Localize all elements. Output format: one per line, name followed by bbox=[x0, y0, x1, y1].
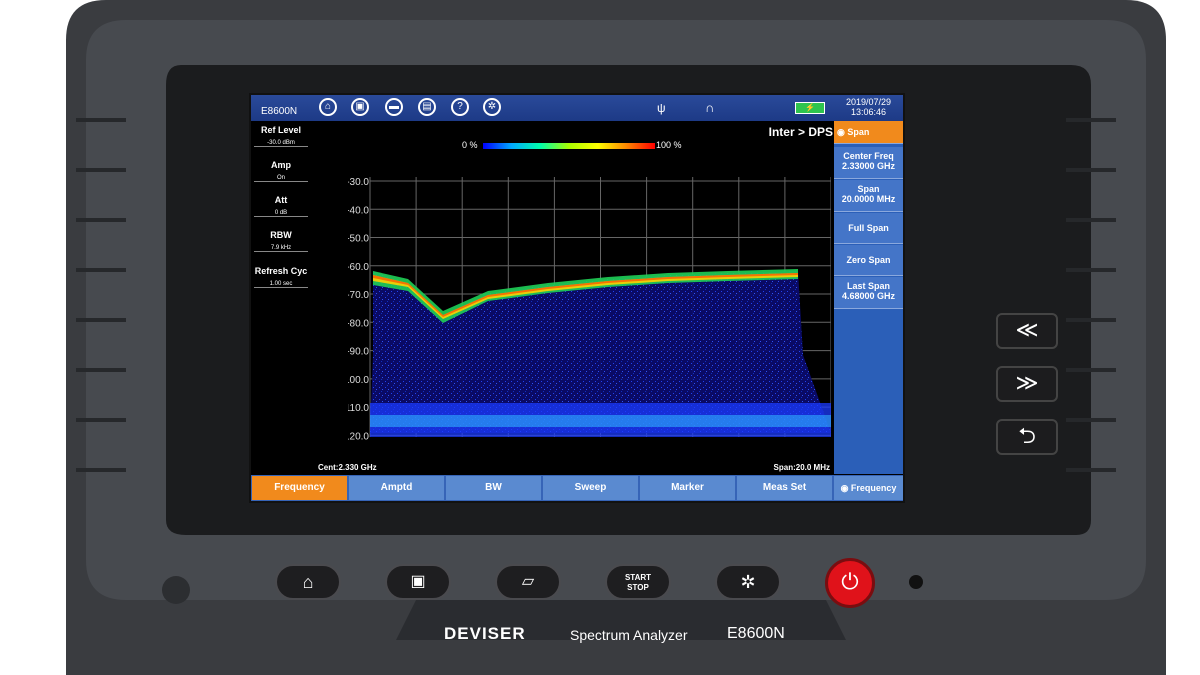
zero-span-label: Zero Span bbox=[846, 255, 891, 265]
center-freq-label: Center Freq bbox=[843, 151, 894, 161]
model-label: E8600N bbox=[261, 106, 298, 117]
ref-level-value[interactable]: -30.0 dBm bbox=[254, 140, 308, 147]
noise-floor-core bbox=[370, 415, 831, 427]
tab-bw[interactable]: BW bbox=[446, 476, 541, 500]
span-value: 20.0000 MHz bbox=[841, 194, 896, 204]
last-span-value: 4.68000 GHz bbox=[841, 291, 896, 301]
y-tick-label: -70.0 bbox=[348, 290, 369, 301]
home-hw-button[interactable]: ⌂ bbox=[275, 564, 341, 600]
last-span-label: Last Span bbox=[846, 281, 890, 291]
power-button[interactable]: ⏻ bbox=[825, 558, 875, 608]
tab-meas-set[interactable]: Meas Set bbox=[737, 476, 832, 500]
spectrum-plot: -30.0 -40.0 -50.0 -60.0 -70.0 -80.0 -90.0 -100.… bbox=[348, 177, 831, 442]
legend-max-label: 100 % bbox=[656, 140, 682, 150]
stop-label: STOP bbox=[627, 583, 649, 592]
rbw-label: RBW bbox=[270, 230, 292, 240]
menu-footer-icon: ◉ bbox=[840, 483, 851, 493]
settings-hw-button[interactable]: ✲ bbox=[715, 564, 781, 600]
menu-footer-frequency[interactable]: ◉ Frequency bbox=[834, 476, 903, 500]
last-span-button[interactable]: Last Span 4.68000 GHz bbox=[834, 277, 903, 309]
center-freq-value: 2.33000 GHz bbox=[841, 161, 896, 171]
folder-icon[interactable]: ▬ bbox=[385, 98, 403, 116]
date-label: 2019/07/29 bbox=[845, 97, 891, 107]
save-icon[interactable]: ▤ bbox=[418, 98, 436, 116]
full-span-button[interactable]: Full Span bbox=[834, 213, 903, 244]
home-hw-icon: ⌂ bbox=[302, 572, 314, 592]
refresh-cyc-value[interactable]: 1.00 sec bbox=[254, 281, 308, 288]
y-tick-label: -30.0 bbox=[348, 177, 369, 188]
soft-menu: ◉ Span Center Freq 2.33000 GHz Span 20.0… bbox=[834, 121, 903, 474]
amp-label: Amp bbox=[271, 160, 291, 170]
screen: E8600N ⌂ ▣ ▬ ▤ ? ✲ ψ ∩ ⚡ 2019/07/29 13:0… bbox=[249, 93, 905, 503]
menu-header-icon: ◉ bbox=[837, 127, 848, 137]
camera-icon[interactable]: ▣ bbox=[351, 98, 369, 116]
start-stop-hw-button[interactable]: START STOP bbox=[605, 564, 671, 600]
measurement-title: Inter > DPS bbox=[768, 125, 833, 139]
gear-hw-icon: ✲ bbox=[740, 572, 756, 592]
prev-page-button[interactable]: ≪ bbox=[996, 313, 1058, 349]
tab-marker[interactable]: Marker bbox=[640, 476, 735, 500]
param-panel: Ref Level -30.0 dBm Amp On Att 0 dB RBW … bbox=[251, 121, 311, 474]
menu-header-span[interactable]: ◉ Span bbox=[834, 121, 903, 144]
center-frequency-readout: Cent:2.330 GHz bbox=[318, 463, 377, 472]
screenshot-hw-button[interactable]: ▣ bbox=[385, 564, 451, 600]
y-tick-label: -60.0 bbox=[348, 262, 369, 273]
ref-level-label: Ref Level bbox=[260, 125, 302, 135]
zero-span-button[interactable]: Zero Span bbox=[834, 245, 903, 276]
tab-sweep[interactable]: Sweep bbox=[543, 476, 638, 500]
y-tick-label: -110.0 bbox=[348, 403, 369, 414]
gear-icon[interactable]: ✲ bbox=[483, 98, 501, 116]
menu-header-label: Span bbox=[847, 127, 870, 137]
span-button[interactable]: Span 20.0000 MHz bbox=[834, 180, 903, 212]
time-label: 13:06:46 bbox=[850, 107, 886, 117]
tab-amptd[interactable]: Amptd bbox=[349, 476, 444, 500]
power-icon: ⏻ bbox=[841, 569, 859, 594]
rbw-value[interactable]: 7.9 kHz bbox=[254, 245, 308, 252]
amp-value[interactable]: On bbox=[254, 175, 308, 182]
y-tick-label: -50.0 bbox=[348, 234, 369, 245]
center-freq-button[interactable]: Center Freq 2.33000 GHz bbox=[834, 147, 903, 179]
refresh-cyc-label: Refresh Cyc bbox=[254, 266, 308, 276]
folder-hw-icon: ▱ bbox=[521, 573, 535, 590]
datetime: 2019/07/29 13:06:46 bbox=[846, 97, 891, 117]
att-label: Att bbox=[274, 195, 288, 205]
span-readout: Span:20.0 MHz bbox=[773, 463, 830, 472]
help-icon[interactable]: ? bbox=[451, 98, 469, 116]
y-tick-label: -90.0 bbox=[348, 347, 369, 358]
tab-frequency[interactable]: Frequency bbox=[252, 476, 347, 500]
span-label: Span bbox=[857, 184, 880, 194]
vent-left bbox=[76, 118, 126, 472]
y-tick-label: -80.0 bbox=[348, 318, 369, 329]
product-model: E8600N bbox=[727, 625, 785, 642]
density-legend-bar bbox=[483, 143, 655, 149]
full-span-label: Full Span bbox=[848, 223, 889, 233]
camera-hw-icon: ▣ bbox=[410, 573, 426, 590]
vent-right bbox=[1066, 118, 1116, 472]
headset-icon: ∩ bbox=[705, 100, 715, 115]
back-button[interactable]: ⮌ bbox=[996, 419, 1058, 455]
bottom-tab-bar: Frequency Amptd BW Sweep Marker Meas Set… bbox=[251, 475, 903, 501]
legend-min-label: 0 % bbox=[462, 140, 478, 150]
menu-footer-label: Frequency bbox=[850, 483, 897, 493]
y-tick-label: -120.0 bbox=[348, 431, 369, 442]
y-tick-label: -100.0 bbox=[348, 375, 369, 386]
file-hw-button[interactable]: ▱ bbox=[495, 564, 561, 600]
next-page-button[interactable]: ≫ bbox=[996, 366, 1058, 402]
usb-icon: ψ bbox=[657, 101, 666, 115]
battery-icon: ⚡ bbox=[795, 102, 825, 114]
start-label: START bbox=[624, 573, 652, 582]
home-icon[interactable]: ⌂ bbox=[319, 98, 337, 116]
y-tick-label: -40.0 bbox=[348, 205, 369, 216]
att-value[interactable]: 0 dB bbox=[254, 210, 308, 217]
product-name: Spectrum Analyzer bbox=[570, 627, 688, 643]
status-bar: E8600N ⌂ ▣ ▬ ▤ ? ✲ ψ ∩ ⚡ 2019/07/29 13:0… bbox=[251, 95, 903, 121]
brand-logo: DEVISER bbox=[444, 624, 526, 643]
